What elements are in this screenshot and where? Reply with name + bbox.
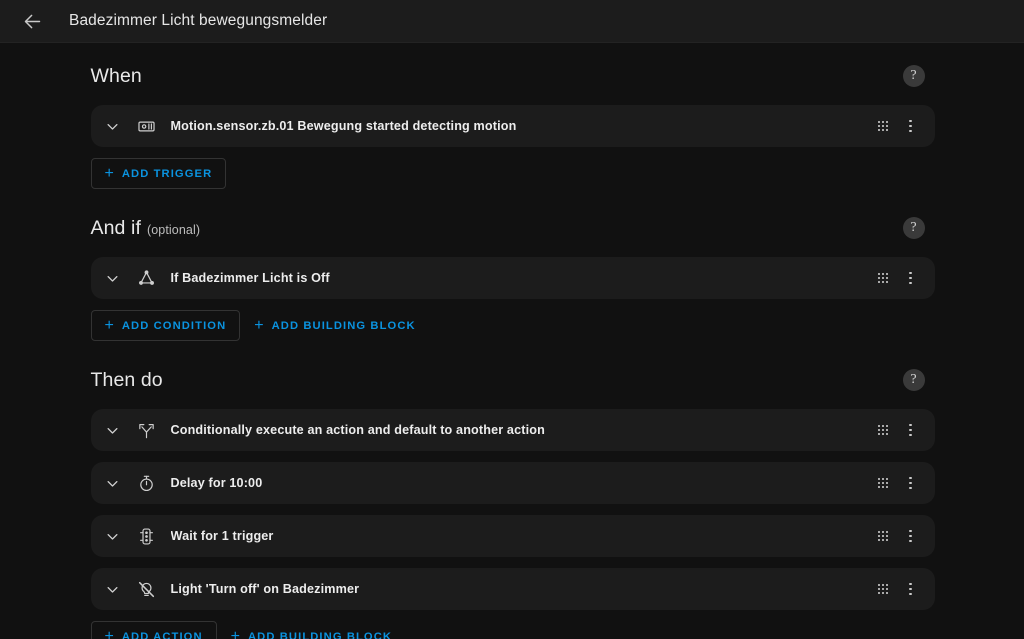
button-label: ADD BUILDING BLOCK xyxy=(271,319,416,332)
row-label: Light 'Turn off' on Badezimmer xyxy=(170,582,360,596)
plus-icon: + xyxy=(230,627,240,639)
drag-handle-icon[interactable] xyxy=(870,265,896,291)
section-title-text: And if xyxy=(90,216,141,239)
section-then_do: Then do? Conditionally execute an action … xyxy=(90,363,935,639)
section-title-text: When xyxy=(90,64,142,87)
drag-handle-icon[interactable] xyxy=(870,113,896,139)
add-trigger-button[interactable]: + ADD TRIGGER xyxy=(90,158,227,189)
row-label: Motion.sensor.zb.01 Bewegung started det… xyxy=(170,119,517,133)
chevron-down-icon[interactable] xyxy=(102,578,124,600)
table-row[interactable]: Delay for 10:00 xyxy=(90,462,935,504)
button-label: ADD CONDITION xyxy=(121,319,227,332)
drag-handle-icon[interactable] xyxy=(870,417,896,443)
help-circle-icon[interactable]: ? xyxy=(902,65,925,87)
add-building-block-condition-button[interactable]: + ADD BUILDING BLOCK xyxy=(240,310,429,341)
section-header-then_do: Then do? xyxy=(91,363,935,397)
overflow-menu-icon[interactable] xyxy=(896,523,926,549)
chevron-down-icon[interactable] xyxy=(102,419,124,441)
section-header-and_if: And if (optional)? xyxy=(91,211,935,245)
call-split-icon xyxy=(135,419,159,441)
chevron-down-icon[interactable] xyxy=(102,472,124,494)
overflow-menu-icon[interactable] xyxy=(896,113,926,139)
row-controls xyxy=(870,470,926,496)
table-row[interactable]: Light 'Turn off' on Badezimmer xyxy=(90,568,935,610)
section-buttons-when: + ADD TRIGGER xyxy=(90,158,935,189)
device-remote-icon xyxy=(135,115,159,137)
drag-handle-icon[interactable] xyxy=(870,470,896,496)
row-label: Conditionally execute an action and defa… xyxy=(170,423,545,437)
row-label: If Badezimmer Licht is Off xyxy=(170,271,330,285)
drag-handle-icon[interactable] xyxy=(870,523,896,549)
row-controls xyxy=(870,113,926,139)
section-title-and_if: And if (optional) xyxy=(91,217,201,240)
help-circle-icon[interactable]: ? xyxy=(902,217,925,239)
chevron-down-icon[interactable] xyxy=(102,267,124,289)
section-title-text: Then do xyxy=(90,368,163,391)
plus-icon: + xyxy=(254,316,264,334)
table-row[interactable]: Wait for 1 trigger xyxy=(90,515,935,557)
overflow-menu-icon[interactable] xyxy=(896,265,926,291)
section-buttons-then_do: + ADD ACTION + ADD BUILDING BLOCK xyxy=(90,621,935,639)
section-header-when: When? xyxy=(91,59,935,93)
table-row[interactable]: Motion.sensor.zb.01 Bewegung started det… xyxy=(90,105,935,147)
chevron-down-icon[interactable] xyxy=(102,525,124,547)
add-building-block-action-button[interactable]: + ADD BUILDING BLOCK xyxy=(217,621,406,639)
page-title: Badezimmer Licht bewegungsmelder xyxy=(69,12,328,29)
overflow-menu-icon[interactable] xyxy=(896,576,926,602)
lightbulb-off-icon xyxy=(135,578,159,600)
back-button[interactable] xyxy=(12,1,52,41)
table-row[interactable]: Conditionally execute an action and defa… xyxy=(90,409,935,451)
button-label: ADD BUILDING BLOCK xyxy=(248,630,393,639)
drag-handle-icon[interactable] xyxy=(870,576,896,602)
arrow-left-icon xyxy=(22,11,43,32)
table-row[interactable]: If Badezimmer Licht is Off xyxy=(90,257,935,299)
plus-icon: + xyxy=(104,627,114,639)
traffic-light-icon xyxy=(135,525,159,547)
chevron-down-icon[interactable] xyxy=(102,115,124,137)
button-label: ADD ACTION xyxy=(121,630,203,639)
add-action-button[interactable]: + ADD ACTION xyxy=(90,621,217,639)
row-label: Wait for 1 trigger xyxy=(170,529,274,543)
row-controls xyxy=(870,523,926,549)
row-controls xyxy=(870,417,926,443)
row-controls xyxy=(870,265,926,291)
overflow-menu-icon[interactable] xyxy=(896,470,926,496)
section-optional-label: (optional) xyxy=(146,222,201,237)
automation-editor-body: When? Motion.sensor.zb.01 Bewegung starte… xyxy=(0,43,1024,639)
button-label: ADD TRIGGER xyxy=(121,167,213,180)
section-and_if: And if (optional)? If Badezimmer Licht is … xyxy=(90,211,935,341)
row-controls xyxy=(870,576,926,602)
section-title-then_do: Then do xyxy=(91,369,163,392)
section-when: When? Motion.sensor.zb.01 Bewegung starte… xyxy=(90,59,935,189)
help-circle-icon[interactable]: ? xyxy=(902,369,925,391)
sections-container: When? Motion.sensor.zb.01 Bewegung starte… xyxy=(90,59,935,639)
plus-icon: + xyxy=(104,316,114,334)
state-condition-icon xyxy=(135,267,159,289)
plus-icon: + xyxy=(104,164,114,182)
row-label: Delay for 10:00 xyxy=(170,476,263,490)
timer-icon xyxy=(135,472,159,494)
section-title-when: When xyxy=(91,65,142,88)
add-condition-button[interactable]: + ADD CONDITION xyxy=(90,310,241,341)
overflow-menu-icon[interactable] xyxy=(896,417,926,443)
top-toolbar: Badezimmer Licht bewegungsmelder xyxy=(0,0,1024,43)
section-buttons-and_if: + ADD CONDITION + ADD BUILDING BLOCK xyxy=(90,310,935,341)
